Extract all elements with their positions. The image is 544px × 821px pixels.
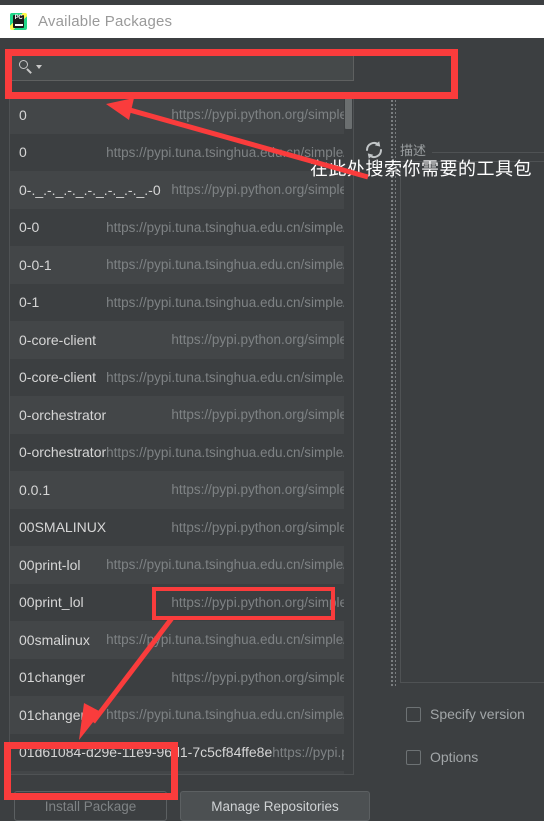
options-checkbox-row[interactable]: Options — [406, 749, 478, 765]
package-repository-url: https://pypi.python.org/simple — [171, 407, 347, 423]
table-row[interactable]: 00SMALINUX https://pypi.python.org/simple — [10, 508, 353, 546]
options-checkbox[interactable] — [406, 749, 421, 765]
package-list[interactable]: 0 https://pypi.python.org/simple 0 https://… — [9, 95, 354, 775]
table-row[interactable]: 0-core-client https://pypi.tuna.tsinghua.… — [10, 358, 353, 396]
table-row[interactable]: 0-0 https://pypi.tuna.tsinghua.edu.cn/sim… — [10, 208, 353, 246]
package-name: 0-core-client — [19, 331, 97, 348]
package-name: 01changer — [19, 669, 86, 686]
search-icon[interactable] — [18, 59, 34, 75]
available-packages-dialog: PC Available Packages 0 https://pypi.pyth… — [0, 0, 544, 821]
list-scrollbar-thumb[interactable] — [345, 97, 352, 129]
table-row[interactable]: 0-orchestrator https://pypi.python.org/si… — [10, 396, 353, 434]
search-field[interactable] — [9, 52, 354, 81]
pycharm-logo-text: PC — [14, 15, 23, 21]
package-list-rows: 0 https://pypi.python.org/simple 0 https://… — [10, 96, 353, 774]
table-row[interactable]: 01d61084-d29e-11e9-96d1-7c5cf84ffe8ehttp… — [10, 771, 353, 774]
description-body — [400, 161, 544, 683]
table-row[interactable]: 01changer https://pypi.tuna.tsinghua.edu.… — [10, 696, 353, 734]
package-repository-url: https://pypi.python.org/simple — [171, 332, 347, 348]
package-repository-url: https://pypi.tuna.tsinghua.edu.cn/simple… — [106, 294, 347, 310]
package-name: 00print-lol — [19, 556, 81, 573]
package-repository-url: https://pypi.tuna.tsinghua.edu.cn/simple… — [106, 557, 347, 573]
page-title: Available Packages — [38, 13, 173, 30]
table-row[interactable]: 0-core-client https://pypi.python.org/sim… — [10, 321, 353, 359]
package-repository-url: https://pypi.tuna.tsinghua.edu.cn/simple… — [106, 444, 348, 460]
package-repository-url: https://pypi.tuna.tsinghua.edu.cn/simple… — [106, 707, 347, 723]
specify-version-checkbox-row[interactable]: Specify version — [406, 706, 525, 722]
package-name: 0-0-1 — [19, 256, 52, 273]
title-bar: PC Available Packages — [0, 5, 544, 38]
package-repository-url: https://pypi.python.org/simple — [171, 107, 347, 123]
package-repository-url: https://pypi.tuna.tsinghua.edu.cn/simple… — [106, 369, 347, 385]
table-row[interactable]: 0 https://pypi.python.org/simple — [10, 96, 353, 134]
package-repository-url: https://pypi.python.org/simple — [171, 519, 347, 535]
package-name: 01changer — [19, 706, 86, 723]
package-name: 0-1 — [19, 294, 40, 311]
package-name: 0.0.1 — [19, 481, 51, 498]
package-name: 00SMALINUX — [19, 519, 107, 536]
package-repository-url: https://pypi.tuna.tsinghua.edu.cn/simple… — [106, 257, 347, 273]
manage-repositories-button[interactable]: Manage Repositories — [180, 791, 370, 821]
annotation-note-text: 在此处搜索你需要的工具包 — [310, 159, 532, 180]
package-name: 0 — [19, 106, 27, 123]
package-name: 0-orchestrator — [19, 406, 107, 423]
specify-version-label: Specify version — [430, 706, 525, 722]
table-row[interactable]: 00smalinux https://pypi.tuna.tsinghua.edu… — [10, 621, 353, 659]
table-row[interactable]: 01d61084-d29e-11e9-96d1-7c5cf84ffe8ehttp… — [10, 733, 353, 771]
table-row[interactable]: 0-1 https://pypi.tuna.tsinghua.edu.cn/sim… — [10, 283, 353, 321]
table-row[interactable]: 01changer https://pypi.python.org/simple — [10, 658, 353, 696]
table-row[interactable]: 00print_lol https://pypi.python.org/simpl… — [10, 583, 353, 621]
description-separator — [432, 152, 544, 153]
package-repository-url: https://pypi.python.org/simple — [171, 182, 347, 198]
package-name: 0-orchestrator — [19, 444, 107, 461]
description-panel: 描述 — [396, 95, 544, 686]
package-name: 0-core-client — [19, 369, 97, 386]
table-row[interactable]: 0 https://pypi.tuna.tsinghua.edu.cn/simpl… — [10, 133, 353, 171]
search-input[interactable] — [42, 58, 353, 75]
package-name: 0-._.-._.-._.-._.-._.-._.-0 — [19, 181, 161, 198]
package-name: 00smalinux — [19, 631, 90, 648]
install-package-button[interactable]: Install Package — [14, 791, 167, 821]
list-scrollbar[interactable] — [344, 96, 353, 774]
package-repository-url: https://pypi.python.org/simple — [272, 744, 353, 760]
options-label: Options — [430, 749, 479, 765]
package-repository-url: https://pypi.python.org/simple — [171, 594, 347, 610]
pycharm-logo-icon: PC — [10, 13, 27, 30]
package-repository-url: https://pypi.python.org/simple — [171, 669, 347, 685]
package-repository-url: https://pypi.tuna.tsinghua.edu.cn/simple… — [106, 632, 347, 648]
package-name: 00print_lol — [19, 594, 84, 611]
package-repository-url: https://pypi.python.org/simple — [171, 482, 347, 498]
dialog-body: 0 https://pypi.python.org/simple 0 https://… — [0, 38, 544, 821]
package-name: 0 — [19, 144, 27, 161]
table-row[interactable]: 0.0.1 https://pypi.python.org/simple — [10, 471, 353, 509]
specify-version-checkbox[interactable] — [406, 706, 421, 722]
package-repository-url: https://pypi.tuna.tsinghua.edu.cn/simple… — [106, 219, 347, 235]
panel-splitter[interactable] — [389, 95, 396, 686]
table-row[interactable]: 0-0-1 https://pypi.tuna.tsinghua.edu.cn/s… — [10, 246, 353, 284]
table-row[interactable]: 0-orchestrator https://pypi.tuna.tsinghua… — [10, 433, 353, 471]
package-name: 01d61084-d29e-11e9-96d1-7c5cf84ffe8e — [19, 744, 273, 761]
package-name: 0-0 — [19, 219, 40, 236]
table-row[interactable]: 00print-lol https://pypi.tuna.tsinghua.ed… — [10, 546, 353, 584]
table-row[interactable]: 0-._.-._.-._.-._.-._.-._.-0 https://pypi.… — [10, 171, 353, 209]
